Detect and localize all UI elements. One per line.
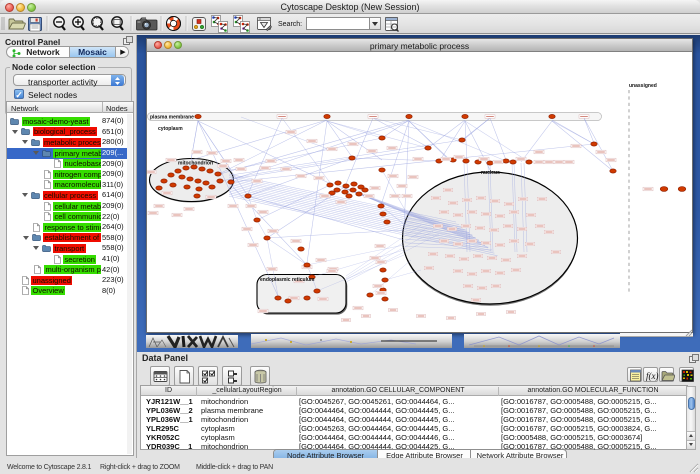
svg-text:nucleus: nucleus <box>481 170 500 176</box>
svg-text:cytoplasm: cytoplasm <box>158 126 183 132</box>
svg-text:plasma membrane: plasma membrane <box>150 115 194 121</box>
svg-text:unassigned: unassigned <box>629 83 657 89</box>
svg-text:mitochondrion: mitochondrion <box>178 161 213 167</box>
svg-text:endoplasmic reticulum: endoplasmic reticulum <box>260 277 315 283</box>
svg-text:f(x): f(x) <box>646 371 659 381</box>
